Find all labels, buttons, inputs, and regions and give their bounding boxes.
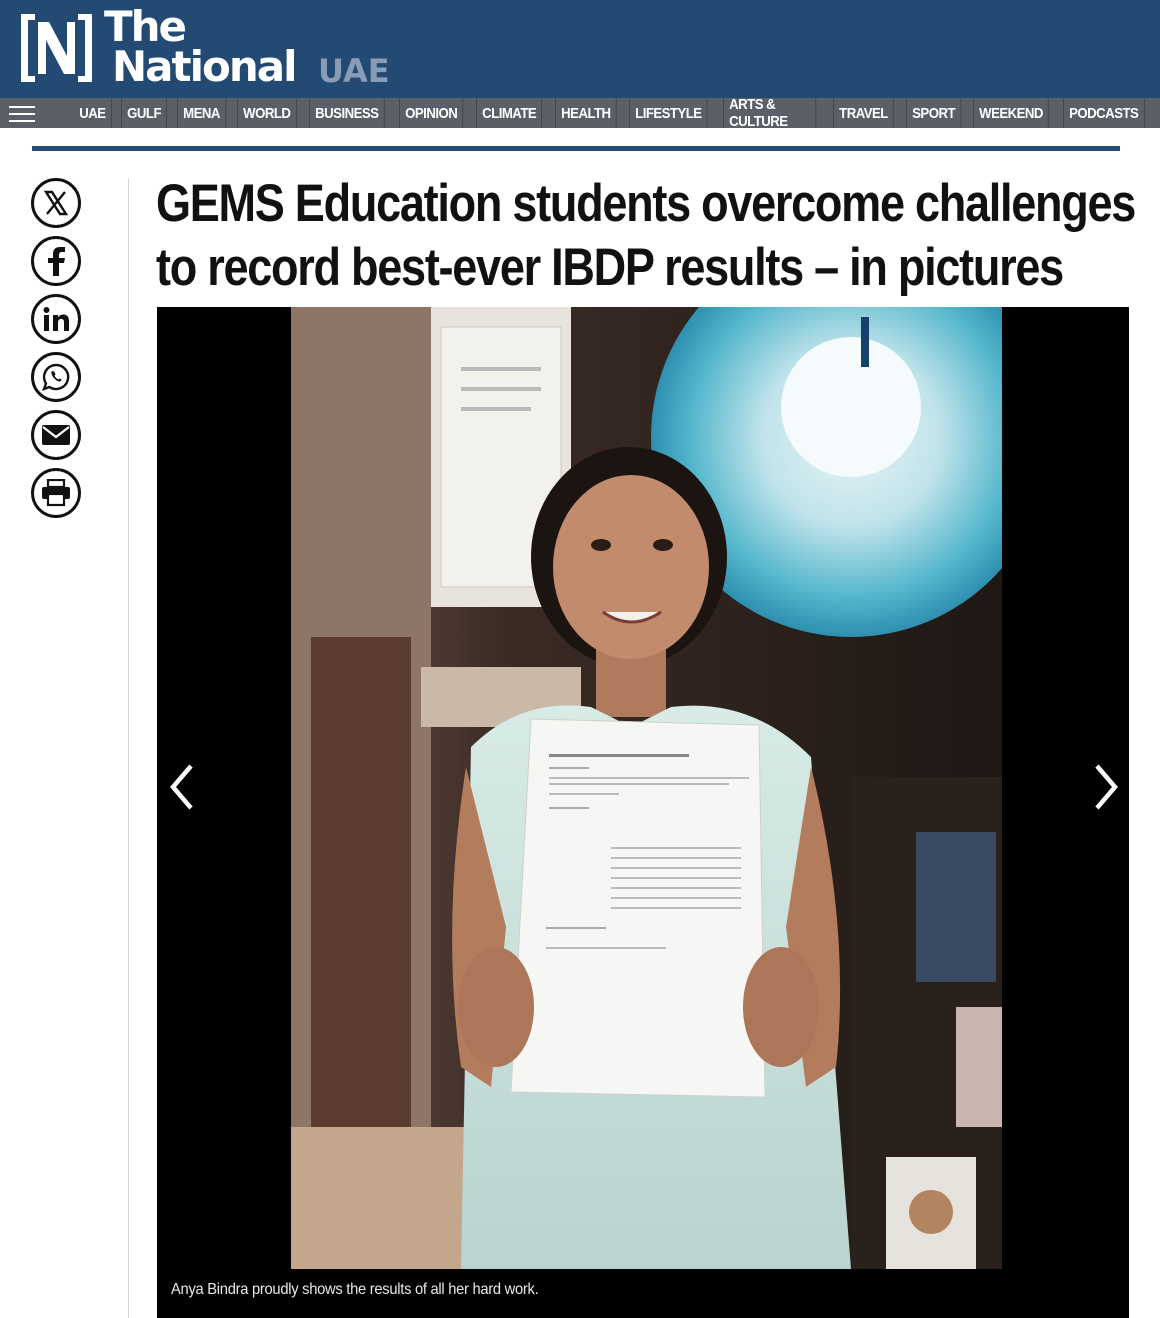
article-headline: GEMS Education students overcome challen…: [156, 174, 1136, 297]
nav-item-lifestyle[interactable]: LIFESTYLE: [629, 98, 708, 128]
nav-item-uae[interactable]: UAE: [74, 98, 112, 128]
the-national-logo-icon[interactable]: [19, 12, 94, 84]
gallery-photo[interactable]: [291, 307, 1002, 1269]
print-icon[interactable]: [31, 468, 81, 518]
nav-item-health[interactable]: HEALTH: [555, 98, 617, 128]
linkedin-icon[interactable]: [31, 294, 81, 344]
site-header: The National UAE: [0, 0, 1160, 98]
nav-item-business[interactable]: BUSINESS: [308, 98, 385, 128]
chevron-left-icon[interactable]: [163, 762, 203, 812]
nav-list: UAE GULF MENA WORLD BUSINESS OPINION CLIMATE HE…: [74, 96, 1160, 130]
nav-item-opinion[interactable]: OPINION: [398, 98, 463, 128]
facebook-icon[interactable]: [31, 236, 81, 286]
whatsapp-icon[interactable]: [31, 352, 81, 402]
nav-item-climate[interactable]: CLIMATE: [475, 98, 543, 128]
rail-divider: [128, 178, 129, 1318]
nav-item-world[interactable]: WORLD: [237, 98, 297, 128]
nav-item-podcasts[interactable]: PODCASTS: [1063, 98, 1145, 128]
brand-line-2[interactable]: National: [112, 44, 297, 90]
nav-item-gulf[interactable]: GULF: [120, 98, 168, 128]
nav-item-weekend[interactable]: WEEKEND: [972, 98, 1050, 128]
nav-item-arts-culture[interactable]: ARTS & CULTURE: [722, 96, 817, 130]
hamburger-menu-icon[interactable]: [9, 104, 35, 124]
photo-caption: Anya Bindra proudly shows the results of…: [171, 1281, 539, 1298]
nav-item-mena[interactable]: MENA: [177, 98, 227, 128]
nav-item-travel[interactable]: TRAVEL: [832, 98, 894, 128]
header-divider: [32, 146, 1120, 151]
nav-item-sport[interactable]: SPORT: [906, 98, 962, 128]
x-icon[interactable]: [31, 178, 81, 228]
email-icon[interactable]: [31, 410, 81, 460]
photo-gallery: Anya Bindra proudly shows the results of…: [157, 307, 1129, 1318]
chevron-right-icon[interactable]: [1085, 762, 1125, 812]
brand-region[interactable]: UAE: [318, 54, 390, 88]
